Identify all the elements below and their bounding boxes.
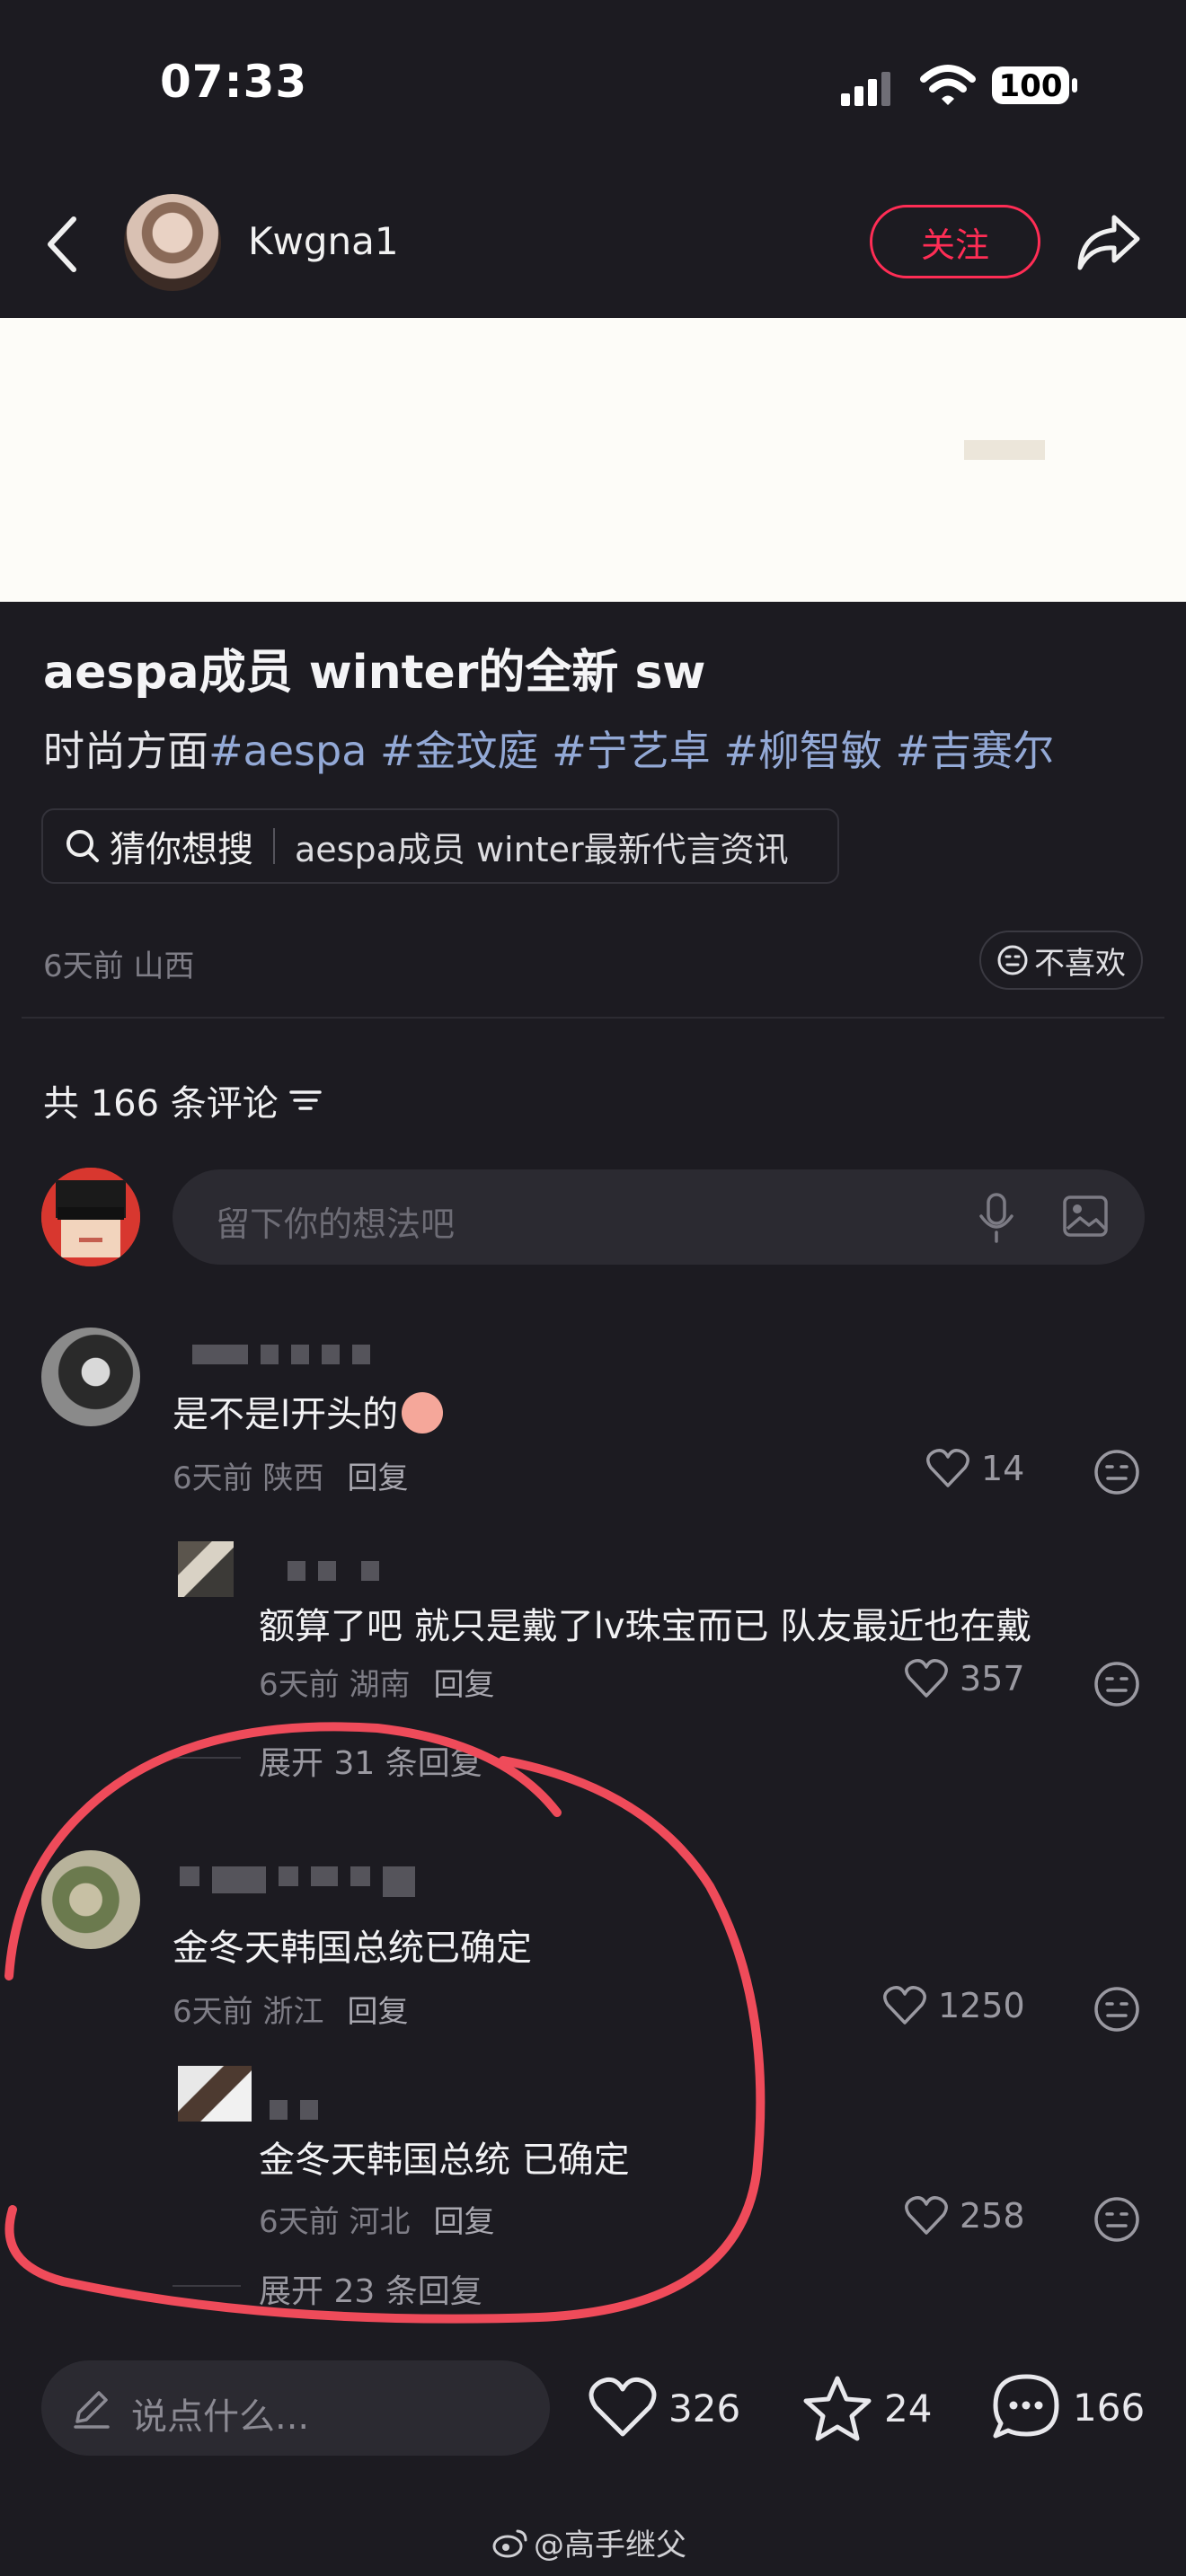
follow-button[interactable]: 关注 <box>870 205 1040 278</box>
status-time: 07:33 <box>160 56 308 108</box>
media-detail <box>964 440 1045 460</box>
comment-input-placeholder: 留下你的想法吧 <box>216 1204 456 1244</box>
neutral-face-icon <box>997 945 1028 975</box>
heart-icon <box>883 1986 926 2025</box>
commenter-avatar[interactable] <box>178 1541 234 1597</box>
weibo-logo-icon <box>492 2529 527 2557</box>
dislike-label: 不喜欢 <box>1034 945 1126 982</box>
comments-count[interactable]: 共 166 条评论 <box>43 1074 322 1126</box>
neutral-face-icon[interactable] <box>1093 2195 1141 2244</box>
section-divider <box>22 1017 1164 1019</box>
search-suggestion-chip[interactable]: 猜你想搜 aespa成员 winter最新代言资讯 <box>41 808 839 884</box>
back-button[interactable] <box>40 212 90 277</box>
comment-like-count: 357 <box>960 1659 1025 1698</box>
watermark: @高手继父 <box>492 2520 686 2564</box>
heart-icon <box>926 1449 969 1487</box>
heart-icon <box>905 1659 948 1698</box>
comment-like-button[interactable]: 258 <box>904 2195 1025 2236</box>
dislike-button[interactable]: 不喜欢 <box>979 931 1143 990</box>
my-avatar <box>41 1168 140 1266</box>
heart-icon <box>905 2196 948 2235</box>
chevron-left-icon <box>48 216 76 272</box>
share-icon <box>1077 215 1140 270</box>
post-title: aespa成员 winter的全新 sw <box>43 646 706 700</box>
comment-meta: 6天前 湖南 回复 <box>259 1667 495 1703</box>
watermark-text: @高手继父 <box>534 2527 686 2563</box>
comment-like-button[interactable]: 14 <box>925 1448 1024 1489</box>
comment-button[interactable]: 166 <box>990 2371 1145 2443</box>
wifi-icon <box>920 63 976 108</box>
comment-like-count: 258 <box>960 2196 1025 2236</box>
commenter-name[interactable] <box>192 1345 370 1364</box>
author-name[interactable]: Kwgna1 <box>248 219 399 263</box>
neutral-face-icon[interactable] <box>1093 1660 1141 1708</box>
post-media[interactable] <box>0 318 1186 602</box>
star-icon <box>803 2376 872 2441</box>
heart-icon <box>589 2377 657 2437</box>
comment-like-count: 1250 <box>938 1986 1025 2025</box>
commenter-name[interactable] <box>288 1561 379 1581</box>
commenter-avatar[interactable] <box>41 1328 140 1426</box>
comment-meta: 6天前 陕西 回复 <box>173 1460 409 1496</box>
comment-like-button[interactable]: 357 <box>904 1658 1025 1699</box>
post-like-count: 326 <box>668 2386 741 2430</box>
red-circle-annotation <box>0 1707 809 2335</box>
hashtag[interactable]: #宁艺卓 <box>552 727 711 775</box>
post-description: 时尚方面#aespa #金玟庭 #宁艺卓 #柳智敏 #吉赛尔 <box>43 719 1054 778</box>
post-meta: 6天前 山西 <box>43 948 195 984</box>
neutral-face-icon[interactable] <box>1093 1985 1141 2033</box>
hashtag[interactable]: #金玟庭 <box>380 727 539 775</box>
hashtag[interactable]: #aespa <box>208 727 367 775</box>
say-input-placeholder: 说点什么... <box>131 2396 310 2438</box>
share-button[interactable] <box>1075 210 1143 275</box>
signal-icon <box>841 68 904 108</box>
sort-icon <box>289 1090 322 1110</box>
favorite-button[interactable]: 24 <box>801 2373 932 2443</box>
neutral-face-icon[interactable] <box>1093 1448 1141 1496</box>
hashtag[interactable]: #柳智敏 <box>723 727 882 775</box>
image-icon[interactable] <box>1062 1195 1109 1238</box>
reply-button[interactable]: 回复 <box>347 1460 408 1496</box>
post-desc-prefix: 时尚方面 <box>43 727 208 775</box>
peach-emoji-icon <box>402 1392 444 1434</box>
reply-button[interactable]: 回复 <box>433 1667 494 1703</box>
search-suggestion-text: aespa成员 winter最新代言资讯 <box>295 829 789 869</box>
comment-bubble-icon <box>993 2374 1059 2439</box>
comment-text: 额算了吧 就只是戴了lv珠宝而已 队友最近也在戴 <box>259 1606 1032 1647</box>
search-icon <box>66 830 99 862</box>
microphone-icon[interactable] <box>976 1191 1017 1245</box>
comment-like-count: 14 <box>981 1449 1025 1488</box>
author-avatar[interactable] <box>124 194 221 291</box>
comment-count: 166 <box>1073 2385 1146 2430</box>
comment-like-button[interactable]: 1250 <box>882 1985 1025 2026</box>
post-like-button[interactable]: 326 <box>588 2377 740 2439</box>
divider <box>273 828 275 864</box>
favorite-count: 24 <box>884 2386 933 2430</box>
pencil-icon <box>74 2391 110 2429</box>
comment-text: 是不是l开头的 <box>173 1385 444 1437</box>
say-something-input[interactable]: 说点什么... <box>41 2360 550 2456</box>
battery-level: 100 <box>998 68 1063 104</box>
hashtag[interactable]: #吉赛尔 <box>896 727 1055 775</box>
search-label: 猜你想搜 <box>110 829 253 870</box>
comments-count-label: 共 166 条评论 <box>43 1083 279 1125</box>
